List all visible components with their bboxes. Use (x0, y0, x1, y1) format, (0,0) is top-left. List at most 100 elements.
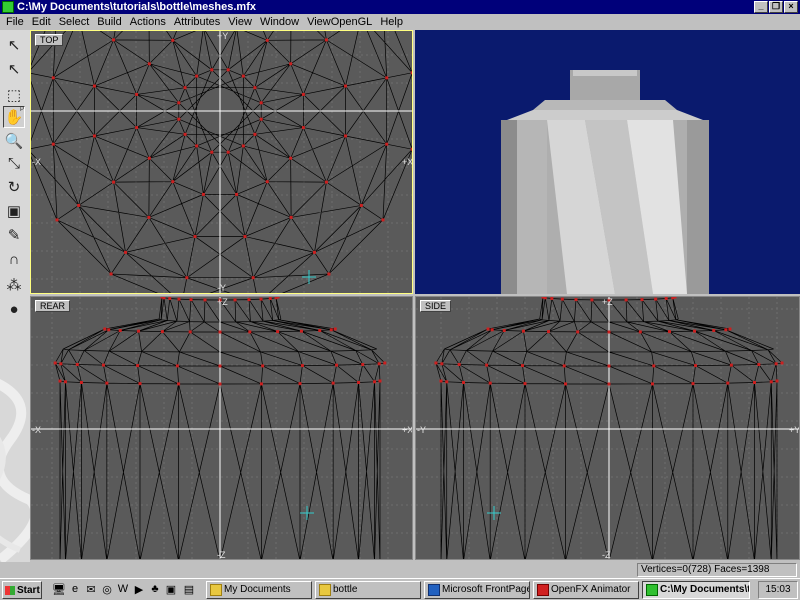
vertex-point (691, 382, 695, 386)
box-select-tool[interactable]: ⬚ (3, 84, 25, 106)
vertex-point (218, 382, 222, 386)
start-button[interactable]: Start (2, 581, 42, 599)
frame-tool[interactable]: ▣ (3, 200, 25, 222)
vertex-point (147, 156, 151, 160)
title-bar: C:\My Documents\tutorials\bottle\meshes.… (0, 0, 800, 14)
vertex-point (185, 276, 189, 280)
vertex-point (377, 362, 381, 366)
system-clock[interactable]: 15:03 (758, 581, 798, 599)
vertex-point (373, 380, 377, 384)
vertex-point (59, 362, 63, 366)
vertex-point (383, 361, 387, 365)
word-icon[interactable]: W (116, 582, 130, 596)
frame-icon: ▣ (6, 203, 22, 220)
pen-tool[interactable]: ✎ (3, 224, 25, 246)
vertex-point (693, 329, 697, 333)
vertex-point (189, 298, 193, 302)
hand-pan-tool[interactable]: ✋ P (3, 106, 25, 128)
desktop-icon[interactable]: 🖥 (52, 582, 66, 596)
sphere-tool[interactable]: ● (3, 298, 25, 320)
menu-edit[interactable]: Edit (32, 16, 51, 28)
cluster-tool[interactable]: ⁂ (3, 274, 25, 296)
viewport-rear[interactable]: REAR +Z -Z -X +X (30, 296, 413, 560)
scale-icon: ⤡ (7, 154, 20, 172)
zoom-icon: 🔍 (4, 133, 24, 150)
vertex-point (445, 380, 449, 384)
viewport-opengl[interactable] (415, 30, 800, 294)
vertex-point (136, 364, 140, 368)
magnet-tool[interactable]: ∩ (3, 248, 25, 270)
vertex-point (218, 330, 222, 334)
openfx-quicklaunch-icon[interactable]: ▣ (164, 582, 178, 596)
menu-build[interactable]: Build (97, 16, 121, 28)
viewport-label-top[interactable]: TOP (35, 34, 64, 46)
menu-window[interactable]: Window (260, 16, 299, 28)
vertex-point (607, 330, 611, 334)
vertex-point (607, 382, 611, 386)
media-icon[interactable]: ▶ (132, 582, 146, 596)
vertex-point (118, 329, 122, 332)
menu-help[interactable]: Help (380, 16, 403, 28)
menu-view[interactable]: View (228, 16, 252, 28)
vertex-point (543, 297, 547, 300)
vertex-point (333, 327, 337, 331)
vertex-point (77, 203, 81, 207)
select-arrow-tool[interactable]: ↖ (3, 34, 25, 56)
viewport-side[interactable]: SIDE +Z -Z -Y +Y (415, 296, 800, 560)
menu-file[interactable]: File (6, 16, 24, 28)
vertex-point (177, 297, 181, 301)
cluster-icon: ⁂ (6, 277, 22, 294)
vertex-point (210, 68, 214, 72)
vertex-point (547, 330, 551, 334)
vertex-point (177, 101, 181, 105)
task-openfx-animator[interactable]: OpenFX Animator (533, 581, 639, 599)
bottle-render (501, 70, 709, 294)
folder-quicklaunch-icon[interactable]: ▤ (182, 582, 196, 596)
vertex-point (218, 364, 222, 368)
menu-select[interactable]: Select (59, 16, 90, 28)
task-bottle[interactable]: bottle (315, 581, 421, 599)
channels-icon[interactable]: ◎ (100, 582, 114, 596)
menu-bar: File Edit Select Build Actions Attribute… (0, 14, 800, 30)
pick-arrow-tool[interactable]: ↖ (3, 58, 25, 80)
app-quicklaunch-icon[interactable]: ♣ (148, 582, 162, 596)
vertex-point (775, 379, 779, 383)
vertex-point (235, 192, 239, 196)
minimize-button[interactable]: _ (754, 1, 768, 13)
vertex-point (265, 38, 269, 42)
vertex-point (774, 362, 778, 366)
task-openfx-designer[interactable]: C:\My Documents\t... (642, 581, 750, 599)
task-frontpage[interactable]: Microsoft FrontPage (424, 581, 530, 599)
vertex-point (434, 361, 438, 365)
restore-button[interactable]: ❐ (769, 1, 783, 13)
vertex-point (439, 379, 443, 383)
vertex-point (92, 84, 96, 88)
menu-actions[interactable]: Actions (130, 16, 166, 28)
vertex-point (112, 38, 116, 42)
viewport-label-rear[interactable]: REAR (35, 300, 71, 312)
vertex-point (361, 363, 365, 366)
menu-viewopengl[interactable]: ViewOpenGL (307, 16, 372, 28)
vertex-point (168, 297, 172, 300)
vertex-point (574, 298, 578, 302)
vertex-point (276, 330, 280, 334)
rotate-tool[interactable]: ↻ (3, 176, 25, 198)
close-button[interactable]: × (784, 1, 798, 13)
vertex-point (640, 298, 644, 302)
vertex-point (462, 381, 466, 384)
vertex-point (92, 134, 96, 138)
outlook-icon[interactable]: ✉ (84, 582, 98, 596)
task-my-documents[interactable]: My Documents (206, 581, 312, 599)
vertex-point (638, 330, 642, 334)
viewport-label-side[interactable]: SIDE (420, 300, 452, 312)
ie-icon[interactable]: e (68, 582, 82, 596)
vertex-point (247, 298, 251, 302)
swirl-decoration (0, 379, 30, 562)
viewport-top[interactable]: TOP +Y -Y -X +X (30, 30, 413, 294)
vertex-point (301, 92, 305, 96)
vertex-point (654, 297, 658, 301)
scale-tool[interactable]: ⤡ (3, 152, 25, 174)
menu-attributes[interactable]: Attributes (174, 16, 220, 28)
vertex-point (550, 297, 554, 300)
zoom-tool[interactable]: 🔍 (3, 130, 25, 152)
